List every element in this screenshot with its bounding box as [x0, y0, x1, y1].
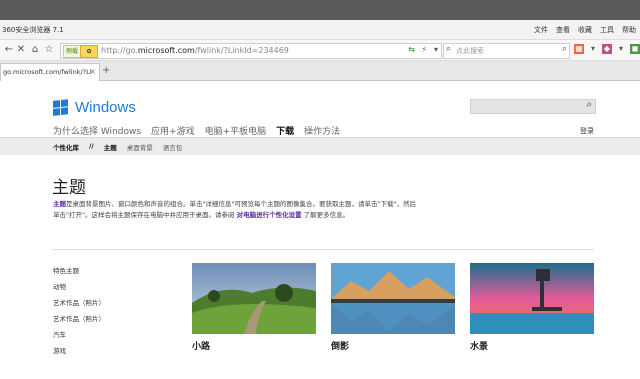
new-tab-button[interactable]: +	[102, 65, 110, 76]
nav-how-to[interactable]: 操作方法	[304, 124, 340, 137]
stop-icon[interactable]: ✕	[14, 43, 28, 57]
nav-apps-games[interactable]: 应用+游戏	[151, 124, 195, 137]
web-page: Windows ⌕ 为什么选择 Windows 应用+游戏 电脑+平板电脑 下载…	[0, 81, 640, 379]
toolbar-icons: ▦ ▾ ◆ ▾ ◼ ▾ ≡	[574, 44, 640, 54]
category-cars[interactable]: 汽车	[53, 327, 105, 343]
page-description: 主题是桌面背景图片、窗口颜色和声音的组合。单击"详细信息"可预览每个主题的图像集…	[53, 200, 416, 219]
desktop-bar	[0, 0, 470, 20]
browser-title-bar: 360安全浏览器 7.1 文件 查看 收藏 工具 帮助	[0, 20, 640, 40]
themes-link[interactable]: 主题	[53, 200, 66, 208]
favorite-star-icon[interactable]: ☆	[42, 43, 56, 57]
category-animals[interactable]: 动物	[53, 279, 105, 295]
page-title: 主题	[52, 178, 86, 198]
menu-view[interactable]: 查看	[556, 25, 570, 35]
nav-pc-tablet[interactable]: 电脑+平板电脑	[205, 124, 267, 137]
menu-help[interactable]: 帮助	[622, 25, 636, 35]
subnav-backgrounds[interactable]: 桌面背景	[127, 142, 153, 152]
mode-badge[interactable]: 侧载	[63, 45, 82, 58]
menu-favorites[interactable]: 收藏	[578, 25, 592, 35]
nav-download[interactable]: 下载	[276, 124, 294, 137]
windows-logo[interactable]: Windows	[53, 98, 136, 117]
home-icon[interactable]: ⌂	[28, 43, 42, 57]
sub-nav: 个性化库 // 主题 桌面背景 语言包	[0, 137, 640, 155]
category-art-2[interactable]: 艺术作品（照片）	[53, 311, 105, 327]
menu-tools[interactable]: 工具	[600, 25, 614, 35]
subnav-language[interactable]: 语言包	[163, 142, 183, 152]
address-bar[interactable]: 侧载 ✿ http://go.microsoft.com/fwlink/?Lin…	[60, 43, 442, 59]
speed-icon[interactable]: ⇆	[408, 45, 415, 54]
site-search-input[interactable]: ⌕	[470, 99, 596, 114]
app-grid-icon[interactable]: ▦	[574, 44, 584, 54]
subnav-themes[interactable]: 主题	[104, 142, 117, 152]
category-list: 特色主题 动物 艺术作品（照片） 艺术作品（照片） 汽车 游戏	[53, 263, 105, 359]
url-text[interactable]: http://go.microsoft.com/fwlink/?LinkId=2…	[101, 46, 289, 55]
lightning-icon[interactable]: ⚡	[421, 45, 427, 54]
login-link[interactable]: 登录	[580, 126, 594, 136]
desktop-bar-right	[470, 0, 640, 20]
theme-thumbnail-reflection[interactable]	[331, 263, 455, 334]
extension-pink-icon[interactable]: ◆	[602, 44, 612, 54]
subnav-personalization[interactable]: 个性化库	[53, 142, 79, 152]
nav-why-windows[interactable]: 为什么选择 Windows	[53, 124, 141, 137]
menu-file[interactable]: 文件	[534, 25, 548, 35]
search-go-icon[interactable]: ⌕	[562, 44, 567, 54]
extension-icon[interactable]: ✿	[80, 45, 98, 58]
search-box[interactable]: ⌕ 点此搜索 ⌕	[443, 43, 570, 59]
menu-bar: 文件 查看 收藏 工具 帮助	[534, 25, 636, 35]
navigation-bar: ← ✕ ⌂ ☆ 侧载 ✿ http://go.microsoft.com/fwl…	[0, 40, 640, 61]
divider	[52, 249, 594, 250]
shield-icon[interactable]: ◼	[630, 44, 640, 54]
category-art-1[interactable]: 艺术作品（照片）	[53, 295, 105, 311]
tab-title: go.microsoft.com/fwlink/?Li	[3, 68, 92, 76]
brand-name: Windows	[75, 99, 136, 116]
dropdown-chevron-icon[interactable]: ▾	[434, 45, 438, 54]
theme-name-reflection[interactable]: 倒影	[331, 339, 349, 352]
theme-name-path[interactable]: 小路	[192, 339, 210, 352]
search-icon[interactable]: ⌕	[586, 99, 592, 110]
tab-bar: go.microsoft.com/fwlink/?Li × +	[0, 61, 640, 81]
main-nav: 为什么选择 Windows 应用+游戏 电脑+平板电脑 下载 操作方法	[53, 124, 340, 137]
theme-thumbnail-waterscape[interactable]	[470, 263, 594, 334]
personalize-link[interactable]: 对电脑进行个性化设置	[237, 211, 302, 219]
search-input[interactable]: 点此搜索	[456, 46, 484, 56]
tab-active[interactable]: go.microsoft.com/fwlink/?Li ×	[0, 63, 100, 81]
subnav-separator: //	[89, 142, 94, 150]
window-title: 360安全浏览器 7.1	[2, 26, 64, 34]
category-games[interactable]: 游戏	[53, 343, 105, 359]
tab-close-icon[interactable]: ×	[89, 67, 96, 76]
category-featured[interactable]: 特色主题	[53, 263, 105, 279]
search-engine-icon[interactable]: ⌕	[446, 44, 451, 54]
theme-thumbnail-path[interactable]	[192, 263, 316, 334]
dropdown-icon[interactable]: ▾	[588, 44, 598, 54]
windows-flag-icon	[53, 98, 69, 117]
dropdown-icon-2[interactable]: ▾	[616, 44, 626, 54]
desktop-top-strip	[0, 0, 640, 20]
theme-name-waterscape[interactable]: 水景	[470, 339, 488, 352]
